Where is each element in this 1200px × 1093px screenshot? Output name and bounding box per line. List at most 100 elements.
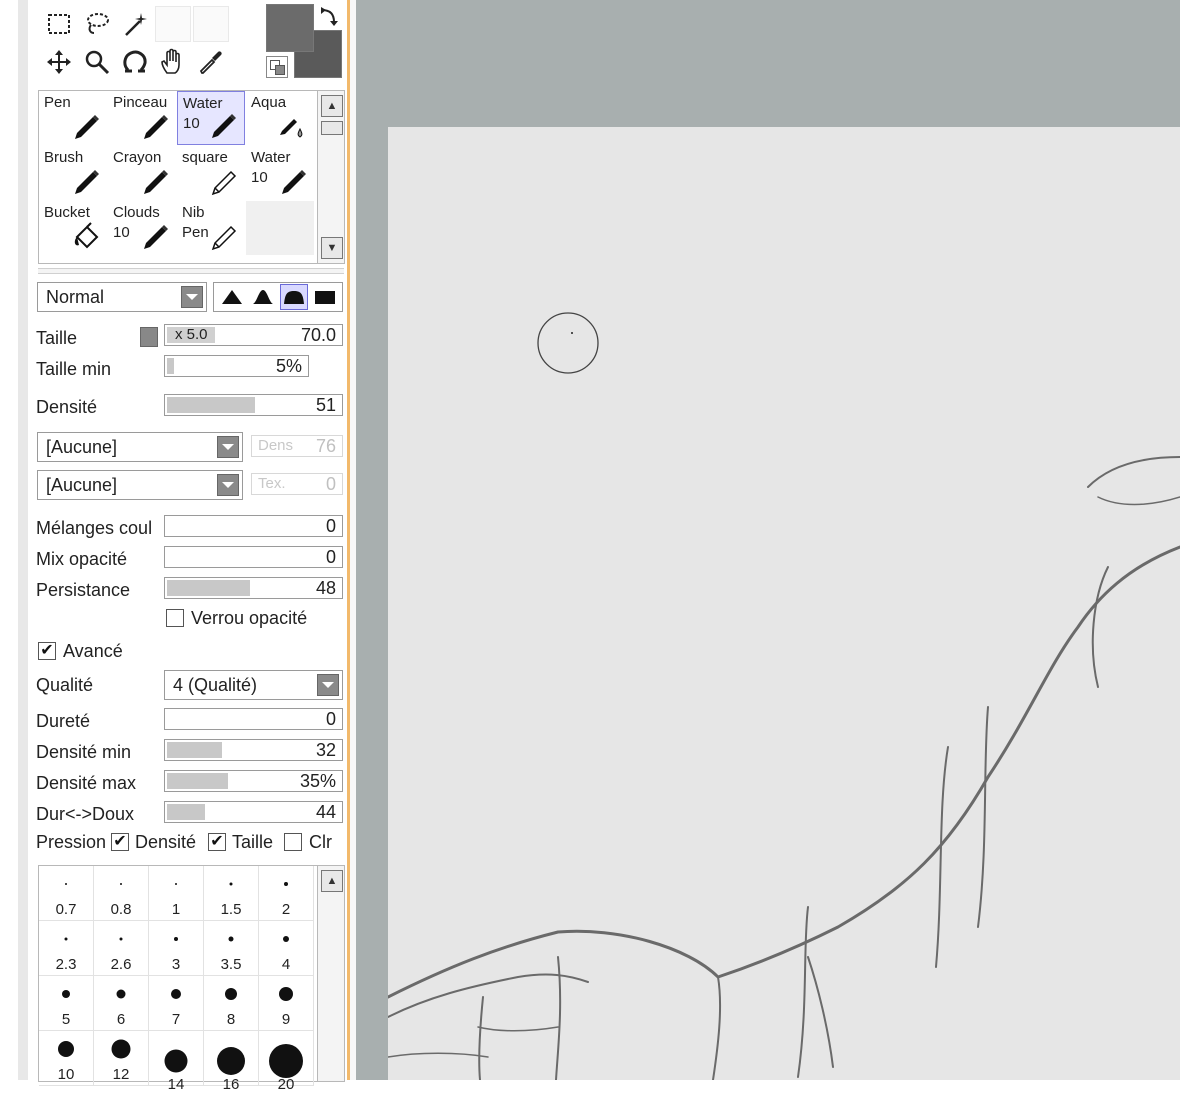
- pressure-size-checkbox[interactable]: ✔: [208, 833, 226, 851]
- brush-size-cell[interactable]: 0.7: [39, 866, 94, 921]
- min-density-fill: [167, 742, 222, 758]
- eyedropper-icon[interactable]: [193, 44, 229, 80]
- brush-slot-empty[interactable]: [246, 201, 314, 255]
- scroll-up-button[interactable]: ▲: [321, 95, 343, 117]
- brush-slot-nib[interactable]: Nib Pen: [177, 201, 245, 255]
- brush-name: Crayon: [113, 149, 162, 166]
- magic-wand-icon[interactable]: [117, 6, 153, 42]
- primary-color-swatch[interactable]: [266, 4, 314, 52]
- brush-slot-brush[interactable]: Brush: [39, 146, 107, 200]
- brush-size-cell[interactable]: 3.5: [204, 921, 259, 976]
- brush-size-cell[interactable]: 10: [39, 1031, 94, 1086]
- brush-size-cell[interactable]: 4: [259, 921, 314, 976]
- brush-size-cell[interactable]: 8: [204, 976, 259, 1031]
- brush-slot-water[interactable]: Water 10: [177, 91, 245, 145]
- drawing-canvas[interactable]: [388, 127, 1180, 1080]
- quality-dropdown[interactable]: 4 (Qualité): [164, 670, 343, 700]
- min-size-slider[interactable]: 5%: [164, 355, 309, 377]
- texture-dropdown[interactable]: [Aucune]: [37, 432, 243, 462]
- brush-size-cell[interactable]: 7: [149, 976, 204, 1031]
- brush-size-value: 8: [226, 1011, 236, 1028]
- brush-slot-bucket[interactable]: Bucket: [39, 201, 107, 255]
- blend-mode-value: Normal: [46, 287, 105, 307]
- shape-soft-icon[interactable]: [280, 284, 308, 310]
- panel-divider[interactable]: [38, 268, 344, 274]
- empty-tool-slot: [193, 6, 229, 42]
- persistence-fill: [167, 580, 250, 596]
- brush-size-dot: [228, 936, 234, 942]
- brush-grid-scrollbar[interactable]: ▲ ▼: [317, 90, 345, 264]
- brush-size-dot: [269, 1044, 303, 1078]
- brush-size-cell[interactable]: 9: [259, 976, 314, 1031]
- lasso-icon[interactable]: [79, 6, 115, 42]
- brush-slot-pen[interactable]: Pen: [39, 91, 107, 145]
- brush-size-dot: [229, 882, 233, 886]
- size-slider[interactable]: x 5.0 70.0: [164, 324, 343, 346]
- brush-size-cell[interactable]: 6: [94, 976, 149, 1031]
- brush-size-cell[interactable]: 2.3: [39, 921, 94, 976]
- pressure-density-checkbox[interactable]: ✔: [111, 833, 129, 851]
- shape-sharp-icon[interactable]: [218, 284, 246, 310]
- brush-size-value: 12: [112, 1066, 130, 1083]
- texture-density-label: Dens: [258, 437, 294, 454]
- size-multiplier-button[interactable]: [140, 327, 158, 347]
- brush-name: Brush: [44, 149, 84, 166]
- chevron-down-icon[interactable]: [217, 436, 239, 458]
- brush-size-cell[interactable]: 1.5: [204, 866, 259, 921]
- brush-size-cell[interactable]: 12: [94, 1031, 149, 1086]
- brush-size-cell[interactable]: 14: [149, 1031, 204, 1093]
- max-density-slider[interactable]: 35%: [164, 770, 343, 792]
- brush-slot-crayon[interactable]: Crayon: [108, 146, 176, 200]
- hard-soft-fill: [167, 804, 205, 820]
- pressure-label: Pression: [36, 832, 107, 852]
- brush-size-cell[interactable]: 20: [259, 1031, 314, 1093]
- scroll-thumb[interactable]: [321, 121, 343, 135]
- scroll-down-button[interactable]: ▼: [321, 237, 343, 259]
- hand-icon[interactable]: [155, 44, 191, 80]
- swap-colors-icon[interactable]: [318, 6, 340, 28]
- reset-colors-icon[interactable]: [266, 56, 288, 78]
- rect-select-icon[interactable]: [41, 6, 77, 42]
- chevron-down-icon[interactable]: [181, 286, 203, 308]
- hard-soft-slider[interactable]: 44: [164, 801, 343, 823]
- rotate-icon[interactable]: [117, 44, 153, 80]
- brush-size-dot: [58, 1041, 74, 1057]
- brush-size-grid: 0.7 0.8 1 1.5 2 2.3 2.6 3 3.5 4 5 6 7 8 9 10 12 14 16 20: [38, 865, 318, 1093]
- brush-size-cell[interactable]: 0.8: [94, 866, 149, 921]
- brush-slot-clouds[interactable]: Clouds 10: [108, 201, 176, 255]
- density-slider[interactable]: 51: [164, 394, 343, 416]
- hard-soft-value: 44: [315, 802, 336, 822]
- brush-size-cell[interactable]: 16: [204, 1031, 259, 1093]
- scroll-up-button[interactable]: ▲: [321, 870, 343, 892]
- blend-mode-dropdown[interactable]: Normal: [37, 282, 207, 312]
- pressure-color-checkbox[interactable]: [284, 833, 302, 851]
- advanced-checkbox[interactable]: ✔: [38, 642, 56, 660]
- brush-size-cell[interactable]: 2.6: [94, 921, 149, 976]
- chevron-down-icon[interactable]: [217, 474, 239, 496]
- hardness-slider[interactable]: 0: [164, 708, 343, 730]
- blending-slider[interactable]: 0: [164, 515, 343, 537]
- brush-slot-water[interactable]: Water 10: [246, 146, 314, 200]
- min-density-slider[interactable]: 32: [164, 739, 343, 761]
- brush-size-cell[interactable]: 1: [149, 866, 204, 921]
- move-icon[interactable]: [41, 44, 77, 80]
- brush-slot-aqua[interactable]: Aqua: [246, 91, 314, 145]
- brush-size-dot: [116, 989, 126, 999]
- dilution-slider[interactable]: 0: [164, 546, 343, 568]
- brush-size-cell[interactable]: 5: [39, 976, 94, 1031]
- chevron-down-icon[interactable]: [317, 674, 339, 696]
- keep-opacity-checkbox[interactable]: [166, 609, 184, 627]
- brush-slot-square[interactable]: square: [177, 146, 245, 200]
- brush-size-value: 7: [171, 1011, 181, 1028]
- brush-size-value: 20: [277, 1076, 295, 1093]
- persistence-slider[interactable]: 48: [164, 577, 343, 599]
- dilution-label: Mix opacité: [36, 549, 128, 569]
- zoom-icon[interactable]: [79, 44, 115, 80]
- paper-texture-dropdown[interactable]: [Aucune]: [37, 470, 243, 500]
- shape-square-icon[interactable]: [311, 284, 339, 310]
- brush-size-cell[interactable]: 2: [259, 866, 314, 921]
- brush-slot-pinceau[interactable]: Pinceau: [108, 91, 176, 145]
- shape-medium-icon[interactable]: [249, 284, 277, 310]
- brush-size-cell[interactable]: 3: [149, 921, 204, 976]
- size-grid-scrollbar[interactable]: ▲: [317, 865, 345, 1082]
